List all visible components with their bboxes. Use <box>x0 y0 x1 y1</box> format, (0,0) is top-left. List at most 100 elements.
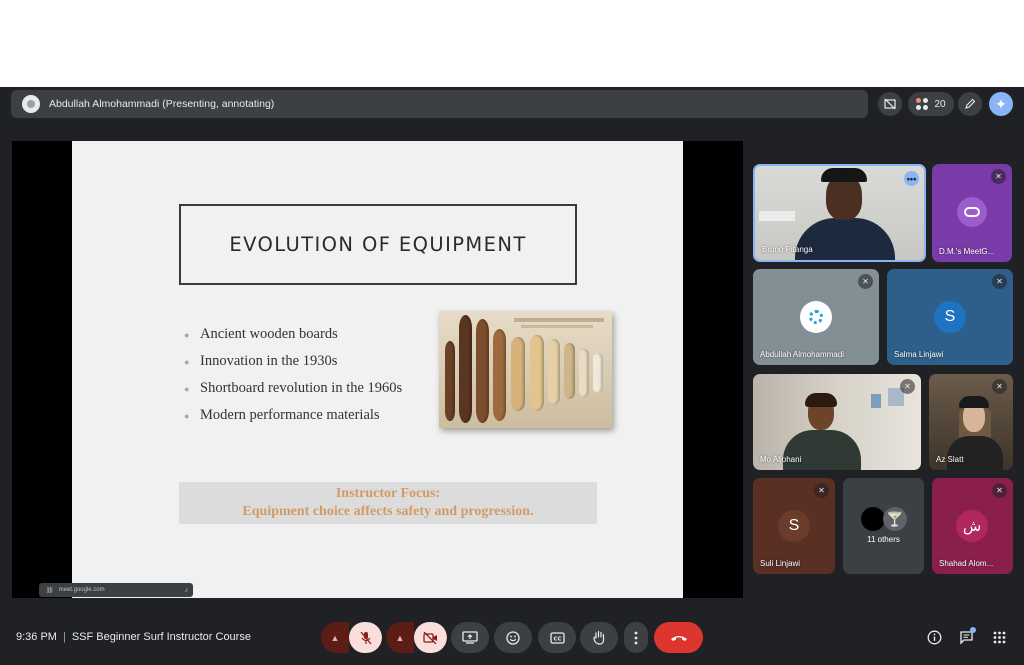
mic-off-icon: ✕ <box>814 483 829 498</box>
activities-button[interactable] <box>986 624 1012 650</box>
separator: | <box>62 631 66 643</box>
raise-hand-button[interactable] <box>580 622 618 653</box>
captions-button[interactable]: CC <box>538 622 576 653</box>
more-options-icon[interactable]: ••• <box>904 171 919 186</box>
participants-button[interactable]: 20 <box>908 92 954 116</box>
bottom-control-bar: 9:36 PM | SSF Beginner Surf Instructor Cou… <box>0 610 1024 665</box>
participant-name: Shahad Alom... <box>939 559 994 568</box>
camera-control-group: ▲ <box>386 622 447 653</box>
participant-name: Mo Aljohani <box>760 455 802 464</box>
participant-tile-suli[interactable]: S ✕ Suli Linjawi <box>753 478 835 574</box>
leave-call-button[interactable] <box>654 622 703 653</box>
mic-off-icon: ✕ <box>858 274 873 289</box>
present-screen-button[interactable] <box>451 622 489 653</box>
participant-tile-shahad[interactable]: ش ✕ Shahad Alom... <box>932 478 1013 574</box>
background-ac-unit <box>759 211 795 221</box>
wall-art <box>871 394 881 408</box>
gemini-sparkle-icon[interactable]: ✦ <box>989 92 1013 116</box>
mic-off-icon: ✕ <box>992 379 1007 394</box>
participant-tile-bruno[interactable]: ••• Bruno Pitanga <box>753 164 926 262</box>
avatar: S <box>778 510 810 542</box>
info-icon <box>927 630 941 644</box>
presenting-label: Abdullah Almohammadi (Presenting, annota… <box>49 98 275 110</box>
more-vert-icon <box>634 631 638 644</box>
unread-badge <box>970 627 976 633</box>
participant-tile-dm[interactable]: ✕ D.M.'s MeetG... <box>932 164 1012 262</box>
participant-tile-others[interactable]: 🍸 11 others <box>843 478 924 574</box>
focus-text: Equipment choice affects safety and prog… <box>242 504 534 519</box>
mic-off-icon: ✕ <box>991 169 1006 184</box>
chat-button[interactable] <box>953 624 979 650</box>
mic-options-chevron-icon[interactable]: ▲ <box>321 622 349 653</box>
bot-icon <box>957 197 987 227</box>
avatar <box>861 507 885 531</box>
participant-tile-mo[interactable]: ✕ Mo Aljohani <box>753 374 921 470</box>
end-call-icon <box>670 635 687 641</box>
mic-small-icon: ♪ <box>184 586 189 594</box>
present-screen-icon <box>462 631 478 644</box>
url-chip: ⛓ meet.google.com ♪ <box>39 583 193 597</box>
instructor-focus-box: Instructor Focus: Equipment choice affec… <box>179 482 597 524</box>
participant-name: Salma Linjawi <box>894 350 944 359</box>
mic-off-icon: ✕ <box>900 379 915 394</box>
slide-bullet: ● Ancient wooden boards <box>184 326 338 342</box>
video-person-body <box>783 430 861 470</box>
video-person-hair <box>805 393 837 407</box>
presenter-avatar <box>22 95 40 113</box>
surfboard-evolution-image <box>439 311 612 428</box>
participant-name: Suli Linjawi <box>760 559 801 568</box>
captions-icon: CC <box>549 631 565 644</box>
meeting-info: 9:36 PM | SSF Beginner Surf Instructor Cou… <box>16 631 251 643</box>
more-options-button[interactable] <box>624 622 648 653</box>
participant-tile-abdullah[interactable]: ✕ Abdullah Almohammadi <box>753 269 879 365</box>
avatar: ش <box>956 510 988 542</box>
emoji-button[interactable] <box>494 622 532 653</box>
slide-bullet: ● Innovation in the 1930s <box>184 353 338 369</box>
url-text: meet.google.com <box>58 587 105 593</box>
participant-count: 20 <box>934 98 946 110</box>
slide-bullet-list: ● Ancient wooden boards ● Innovation in th… <box>184 321 402 429</box>
participant-name: Az Slatt <box>936 455 964 464</box>
avatar: S <box>934 301 966 333</box>
focus-heading: Instructor Focus: <box>335 486 441 501</box>
camera-options-chevron-icon[interactable]: ▲ <box>386 622 414 653</box>
annotate-pen-icon[interactable] <box>958 92 982 116</box>
people-icon <box>916 98 929 110</box>
slide-title: EVOLUTION OF EQUIPMENT <box>229 233 527 256</box>
mic-off-icon: ✕ <box>992 274 1007 289</box>
participant-tile-salma[interactable]: S ✕ Salma Linjawi <box>887 269 1013 365</box>
video-person-body <box>947 436 1003 470</box>
participant-tile-az[interactable]: ✕ Az Slatt <box>929 374 1013 470</box>
video-person-cap <box>821 168 867 182</box>
cocktail-avatar-icon: 🍸 <box>883 507 907 531</box>
video-person-body <box>795 218 895 260</box>
mic-control-group: ▲ <box>321 622 382 653</box>
activities-icon <box>993 631 1005 643</box>
meeting-title: SSF Beginner Surf Instructor Course <box>71 631 251 643</box>
emoji-icon <box>506 630 520 645</box>
slide-title-box: EVOLUTION OF EQUIPMENT <box>179 204 577 285</box>
layout-hide-icon[interactable] <box>878 92 902 116</box>
mic-off-icon <box>360 631 371 644</box>
link-icon: ⛓ <box>46 587 54 594</box>
participant-name: Abdullah Almohammadi <box>760 350 845 359</box>
participant-name: D.M.'s MeetG... <box>939 247 995 256</box>
org-logo <box>800 301 832 333</box>
svg-text:CC: CC <box>553 636 561 642</box>
meeting-details-button[interactable] <box>921 624 947 650</box>
clock-time: 9:36 PM <box>16 631 57 643</box>
camera-off-icon <box>423 631 437 644</box>
participant-name: Bruno Pitanga <box>762 245 813 254</box>
slide-bullet: ● Modern performance materials <box>184 407 380 423</box>
mic-off-icon: ✕ <box>992 483 1007 498</box>
others-count: 11 others <box>867 535 900 544</box>
slide: EVOLUTION OF EQUIPMENT ● Ancient wooden b… <box>72 141 683 598</box>
slide-bullet: ● Shortboard revolution in the 1960s <box>184 380 403 396</box>
camera-toggle-button[interactable] <box>414 622 447 653</box>
meet-window: Abdullah Almohammadi (Presenting, annota… <box>0 87 1024 665</box>
video-person-cap <box>959 396 989 408</box>
presenting-banner[interactable]: Abdullah Almohammadi (Presenting, annota… <box>11 90 868 118</box>
mic-toggle-button[interactable] <box>349 622 382 653</box>
presentation-stage: EVOLUTION OF EQUIPMENT ● Ancient wooden b… <box>12 141 743 598</box>
raise-hand-icon <box>593 630 605 645</box>
